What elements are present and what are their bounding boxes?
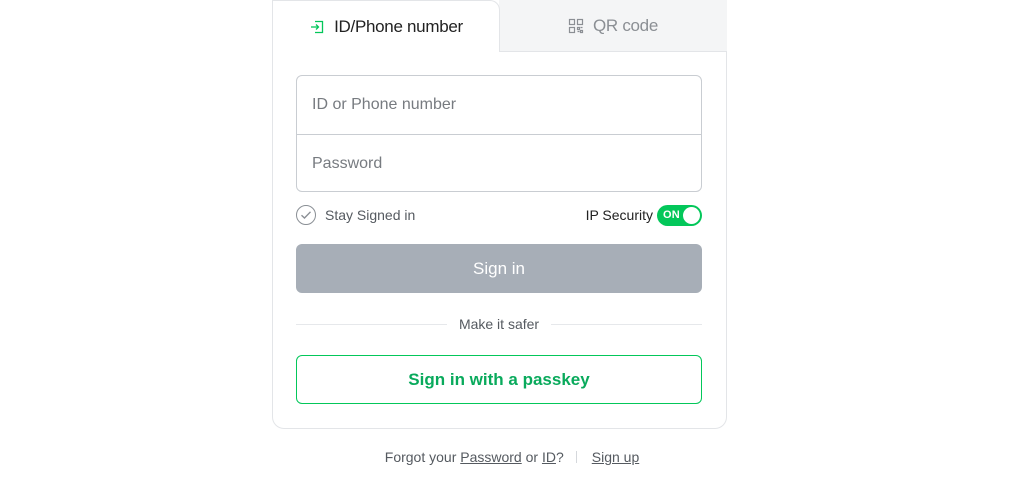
ip-security-label: IP Security <box>585 207 653 223</box>
footer-separator <box>575 451 577 463</box>
question-mark: ? <box>555 449 564 465</box>
tab-id-phone-label: ID/Phone number <box>334 16 463 36</box>
stay-signed-in[interactable]: Stay Signed in <box>296 205 415 225</box>
id-phone-input[interactable] <box>312 76 701 134</box>
divider-line-left <box>296 323 447 325</box>
tab-id-phone[interactable]: ID/Phone number <box>272 0 500 52</box>
divider-text: Make it safer <box>458 316 540 332</box>
passkey-sign-in-button[interactable]: Sign in with a passkey <box>296 355 702 404</box>
password-input[interactable] <box>312 135 701 191</box>
id-field-wrapper <box>297 76 701 134</box>
divider: Make it safer <box>296 314 703 334</box>
or-text: or <box>525 449 539 465</box>
forgot-prefix: Forgot your <box>384 449 457 465</box>
toggle-knob <box>683 206 700 224</box>
sign-in-button[interactable]: Sign in <box>296 244 702 293</box>
footer-links: Forgot your Password or ID? Sign up <box>0 447 1024 467</box>
divider-line-right <box>551 323 703 325</box>
tab-qr-code-label: QR code <box>593 15 658 35</box>
login-arrow-icon <box>309 19 325 35</box>
tab-qr-code[interactable]: QR code <box>499 0 727 52</box>
ip-security-toggle[interactable]: ON <box>657 204 702 226</box>
stay-signed-in-label: Stay Signed in <box>325 207 416 223</box>
toggle-state-text: ON <box>663 209 680 221</box>
ip-security: IP Security ON <box>585 204 702 226</box>
signin-options: Stay Signed in IP Security ON <box>296 203 702 227</box>
check-circle-icon[interactable] <box>296 205 316 225</box>
password-field-wrapper <box>297 134 701 191</box>
sign-up-link[interactable]: Sign up <box>592 449 639 465</box>
credentials-fields <box>296 75 702 192</box>
login-tabs: ID/Phone number QR code <box>272 0 727 52</box>
login-panel: ID/Phone number QR code ID or Phone numb… <box>272 0 727 429</box>
qr-code-icon <box>568 18 584 34</box>
forgot-password-link[interactable]: Password <box>460 449 521 465</box>
forgot-id-link[interactable]: ID <box>542 449 556 465</box>
